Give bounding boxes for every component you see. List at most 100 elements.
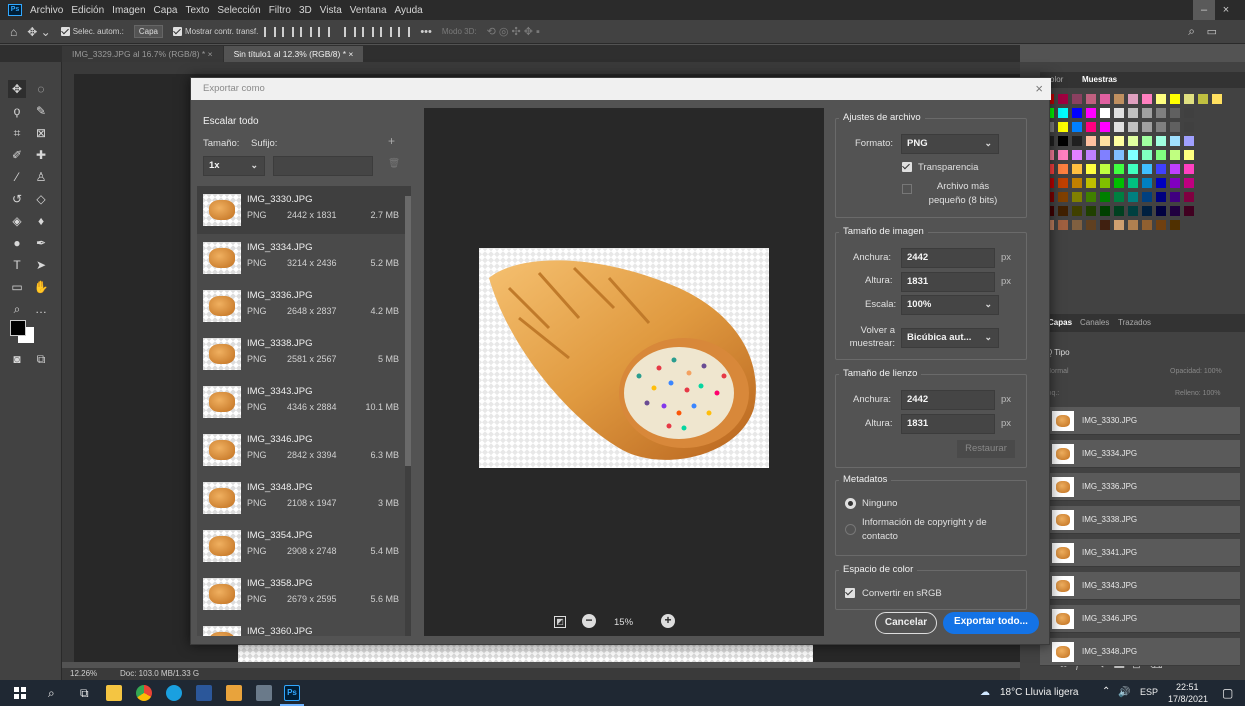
menu-seleccion[interactable]: Selección: [217, 5, 260, 16]
color-swatch[interactable]: [1086, 150, 1096, 160]
color-swatch[interactable]: [1086, 192, 1096, 202]
color-swatch[interactable]: [1142, 206, 1152, 216]
color-swatch[interactable]: [1142, 122, 1152, 132]
delete-scale-icon[interactable]: 🗑: [388, 158, 400, 169]
file-list-item[interactable]: IMG_3343.JPG PNG 4346 x 2884 10.1 MB: [197, 378, 405, 426]
quick-select-tool-icon[interactable]: ✎: [32, 102, 50, 120]
color-swatch[interactable]: [1086, 178, 1096, 188]
distribute-icon[interactable]: [318, 26, 331, 37]
file-list-item[interactable]: IMG_3346.JPG PNG 2842 x 3394 6.3 MB: [197, 426, 405, 474]
chrome-icon[interactable]: [136, 685, 152, 701]
hand-tool-icon[interactable]: ✋: [32, 278, 50, 296]
color-swatch[interactable]: [1114, 108, 1124, 118]
color-swatch[interactable]: [1072, 94, 1082, 104]
color-swatch[interactable]: [1114, 136, 1124, 146]
color-swatch[interactable]: [1086, 136, 1096, 146]
move-tool-icon[interactable]: ✥: [8, 80, 26, 98]
windows-start-icon[interactable]: [14, 687, 26, 699]
opacity-field[interactable]: Opacidad: 100%: [1170, 368, 1222, 375]
file-list-item[interactable]: IMG_3334.JPG PNG 3214 x 2436 5.2 MB: [197, 234, 405, 282]
foreground-color-swatch[interactable]: [10, 320, 26, 336]
workspace-icon[interactable]: ▭: [1207, 25, 1217, 38]
align-center-icon[interactable]: [282, 26, 295, 37]
color-swatch[interactable]: [1072, 192, 1082, 202]
srgb-checkbox[interactable]: [845, 588, 855, 598]
color-swatch[interactable]: [1072, 150, 1082, 160]
color-swatch[interactable]: [1142, 108, 1152, 118]
canvas-height-input[interactable]: 1831: [901, 414, 995, 434]
cancel-button[interactable]: Cancelar: [875, 612, 937, 634]
menu-ayuda[interactable]: Ayuda: [395, 5, 423, 16]
color-swatch[interactable]: [1142, 150, 1152, 160]
notifications-icon[interactable]: ▢: [1222, 686, 1233, 700]
close-window-button[interactable]: ×: [1215, 0, 1237, 20]
color-swatch[interactable]: [1198, 94, 1208, 104]
color-swatch[interactable]: [1058, 94, 1068, 104]
tab-sin-titulo[interactable]: Sin título1 al 12.3% (RGB/8) * ×: [223, 46, 364, 62]
app-icon[interactable]: [226, 685, 242, 701]
crop-tool-icon[interactable]: ⌗: [8, 124, 26, 142]
color-swatch[interactable]: [1072, 108, 1082, 118]
color-swatch[interactable]: [1142, 164, 1152, 174]
history-brush-tool-icon[interactable]: ↺: [8, 190, 26, 208]
color-swatch[interactable]: [1072, 164, 1082, 174]
color-swatch[interactable]: [1170, 94, 1180, 104]
menu-3d[interactable]: 3D: [299, 5, 312, 16]
color-swatch[interactable]: [1100, 94, 1110, 104]
color-swatch[interactable]: [1086, 94, 1096, 104]
color-swatch[interactable]: [1170, 150, 1180, 160]
color-swatch[interactable]: [1058, 220, 1068, 230]
show-transform-checkbox[interactable]: Mostrar contr. transf.: [172, 27, 258, 36]
marquee-tool-icon[interactable]: ◌: [32, 80, 50, 98]
healing-tool-icon[interactable]: ✚: [32, 146, 50, 164]
color-swatch[interactable]: [1156, 94, 1166, 104]
color-swatch[interactable]: [1170, 192, 1180, 202]
color-swatch[interactable]: [1114, 164, 1124, 174]
quick-mask-icon[interactable]: ◙: [8, 350, 26, 368]
color-swatch[interactable]: [1086, 220, 1096, 230]
lasso-tool-icon[interactable]: ϙ: [8, 102, 26, 120]
color-swatch[interactable]: [1100, 192, 1110, 202]
search-icon[interactable]: ⌕: [1188, 24, 1195, 39]
brush-tool-icon[interactable]: ⁄: [8, 168, 26, 186]
color-swatch[interactable]: [1128, 150, 1138, 160]
color-swatch[interactable]: [1156, 220, 1166, 230]
color-swatch[interactable]: [1100, 136, 1110, 146]
weather-text[interactable]: 18°C Lluvia ligera: [1000, 687, 1079, 698]
dodge-tool-icon[interactable]: ●: [8, 234, 26, 252]
color-swatch[interactable]: [1114, 94, 1124, 104]
layer-row[interactable]: IMG_3343.JPG: [1040, 572, 1240, 600]
more-options-button[interactable]: •••: [420, 26, 432, 38]
color-swatch[interactable]: [1170, 108, 1180, 118]
color-swatch[interactable]: [1114, 122, 1124, 132]
color-swatch[interactable]: [1184, 94, 1194, 104]
size-select[interactable]: 1x ⌄: [203, 156, 265, 176]
color-swatch[interactable]: [1170, 136, 1180, 146]
image-width-input[interactable]: 2442: [901, 248, 995, 268]
color-swatch[interactable]: [1170, 206, 1180, 216]
color-swatch[interactable]: [1156, 192, 1166, 202]
color-swatch[interactable]: [1184, 150, 1194, 160]
color-swatch[interactable]: [1114, 220, 1124, 230]
color-swatch[interactable]: [1058, 206, 1068, 216]
fit-preview-icon[interactable]: ◩: [554, 616, 566, 628]
color-swatch[interactable]: [1128, 192, 1138, 202]
suffix-input[interactable]: [273, 156, 373, 176]
format-select[interactable]: PNG ⌄: [901, 134, 999, 154]
color-swatch[interactable]: [1058, 108, 1068, 118]
task-view-icon[interactable]: ⧉: [80, 686, 89, 701]
color-swatch[interactable]: [1086, 108, 1096, 118]
smaller-file-checkbox[interactable]: [902, 184, 912, 194]
align-left-icon[interactable]: [264, 26, 277, 37]
color-swatch[interactable]: [1128, 164, 1138, 174]
file-list-item[interactable]: IMG_3348.JPG PNG 2108 x 1947 3 MB: [197, 474, 405, 522]
paint-bucket-tool-icon[interactable]: ◈: [8, 212, 26, 230]
color-swatch[interactable]: [1114, 192, 1124, 202]
color-swatch[interactable]: [1114, 206, 1124, 216]
color-swatch[interactable]: [1142, 192, 1152, 202]
color-swatch[interactable]: [1128, 108, 1138, 118]
minimize-button[interactable]: –: [1193, 0, 1215, 20]
align-middle-icon[interactable]: [362, 26, 375, 37]
layer-row[interactable]: IMG_3346.JPG: [1040, 605, 1240, 633]
file-list-item[interactable]: IMG_3358.JPG PNG 2679 x 2595 5.6 MB: [197, 570, 405, 618]
